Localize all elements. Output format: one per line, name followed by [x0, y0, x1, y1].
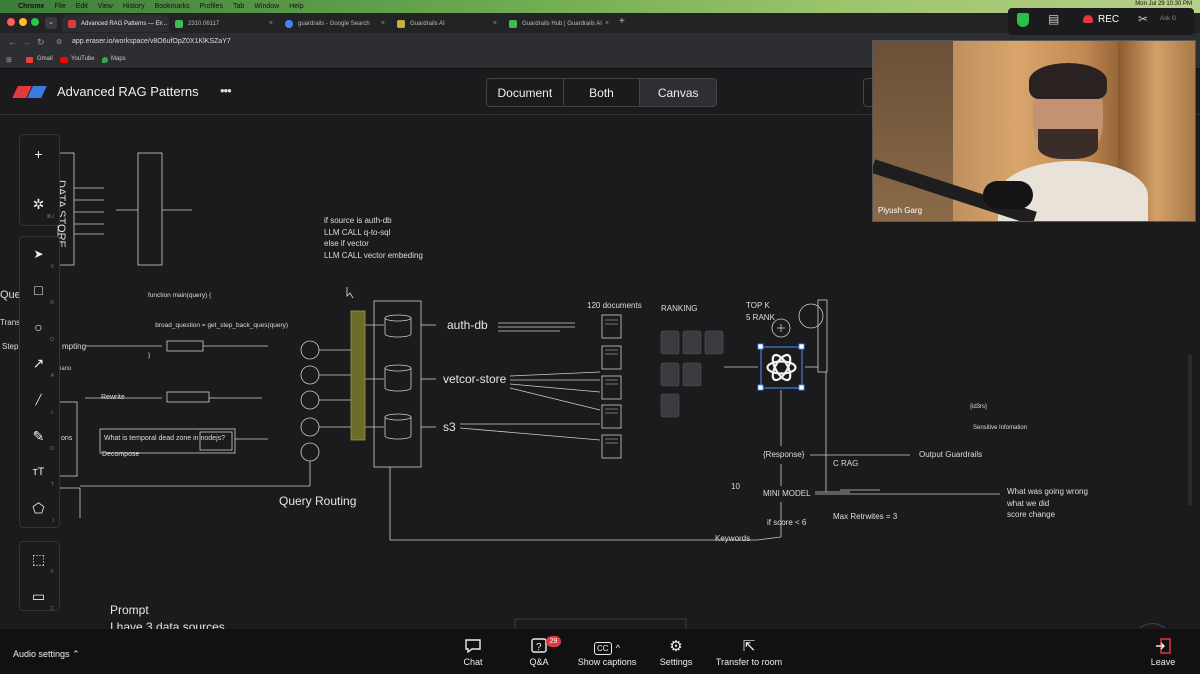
routing-code-block: if source is auth-db LLM CALL q-to-sql e… [324, 216, 423, 261]
c-rag-label: C RAG [833, 459, 859, 468]
notes-block: What was going wrong what we did score c… [1007, 487, 1088, 519]
source-vector-store: vetcor-store [443, 372, 507, 386]
chat-icon [464, 637, 482, 657]
keywords-label: Keywords [715, 534, 751, 543]
gear-icon: ⚙ [669, 638, 683, 655]
prompt-label: Prompt [110, 603, 149, 617]
max-rewrites-label: Max Retrwites = 3 [833, 512, 898, 521]
decompose-label: Decompose [102, 451, 140, 458]
microphone [983, 181, 1033, 209]
webcam-video [872, 40, 1196, 222]
person-beard [1038, 129, 1098, 159]
source-s3: s3 [443, 420, 456, 434]
text-tool-icon[interactable]: тT T [19, 454, 58, 490]
leave-door-icon [1154, 637, 1172, 657]
ellipse-tool-icon[interactable]: ○ O [19, 309, 58, 345]
notes-icon[interactable]: ▤ [1048, 12, 1059, 26]
process-box [137, 152, 163, 266]
add-tool-icon[interactable]: + [19, 136, 58, 172]
ai-magic-icon[interactable]: ✲ ⌘J [19, 186, 58, 222]
arrow-tool-icon[interactable]: ↗ A [19, 345, 58, 381]
clipped-label-prompting: mpting [62, 342, 87, 351]
cc-icon: CC ^ [594, 637, 620, 657]
ten-label: 10 [731, 482, 740, 491]
record-cloud-icon[interactable] [1083, 15, 1093, 23]
topk-label: TOP K [746, 301, 770, 310]
person-hair [1029, 63, 1107, 99]
output-guardrails-label: Output Guardrails [919, 450, 983, 459]
router-bar [350, 310, 366, 441]
query-routing-label: Query Routing [279, 494, 357, 508]
settings-button[interactable]: ⚙ Settings [656, 637, 696, 667]
mini-model-label: MINI MODEL [763, 489, 811, 498]
pen-tool-icon[interactable]: ✎ D [19, 418, 58, 454]
webcam-name: Piyush Garg [878, 206, 923, 215]
if-score-label: if score < 6 [767, 518, 807, 527]
select-tool-icon[interactable]: ➤ V [19, 236, 58, 272]
chevron-up-icon[interactable]: ^ [616, 643, 620, 653]
clipped-label-nano: nano [58, 366, 72, 372]
shapes-tool-icon[interactable]: ⬠ I [19, 490, 58, 526]
rectangle-tool-icon[interactable]: □ R [19, 272, 58, 308]
frame-tool-icon[interactable]: ⬚ F [19, 541, 58, 577]
sensitive-info-label: Sensitive Infomation [973, 425, 1028, 431]
line-tool-icon[interactable]: ╱ L [19, 382, 58, 418]
response-label: {Response} [763, 450, 805, 459]
rank-label: 5 RANK [746, 313, 775, 322]
svg-text:?: ? [536, 642, 542, 653]
audio-settings-button[interactable]: Audio settings ⌃ [13, 649, 80, 660]
transfer-to-room-button[interactable]: ⇱ Transfer to room [711, 637, 787, 667]
ranking-label: RANKING [661, 304, 698, 313]
documents-label: 120 documents [587, 301, 642, 310]
comment-tool-icon[interactable]: ▭ C [19, 578, 58, 614]
step-back-code-block: function main(query) { broad_question = … [148, 292, 289, 359]
id3rs-label: {id3rs} [970, 404, 988, 410]
rec-label[interactable]: REC [1098, 14, 1119, 25]
chat-button[interactable]: Chat [454, 637, 492, 667]
qa-count-badge: 29 [546, 636, 561, 647]
clipped-label-query: Que [0, 289, 21, 301]
clipped-label-transform: Trans [0, 318, 21, 327]
example-question: What is temporal dead zone in nodejs? [104, 435, 226, 442]
clipped-label-step: Step [2, 342, 19, 351]
rewrite-label: Rewrite [101, 394, 125, 401]
chevron-up-icon: ⌃ [72, 649, 80, 659]
shield-icon[interactable] [1017, 13, 1029, 27]
show-captions-button[interactable]: CC ^ Show captions [574, 637, 640, 667]
clipped-label-questions: ons [61, 435, 73, 442]
ask-label[interactable]: Ask G [1160, 16, 1176, 22]
transfer-icon: ⇱ [742, 638, 756, 655]
leave-button[interactable]: Leave [1146, 637, 1180, 667]
source-auth-db: auth-db [447, 318, 488, 332]
magic-icon[interactable]: ✂ [1138, 12, 1148, 26]
